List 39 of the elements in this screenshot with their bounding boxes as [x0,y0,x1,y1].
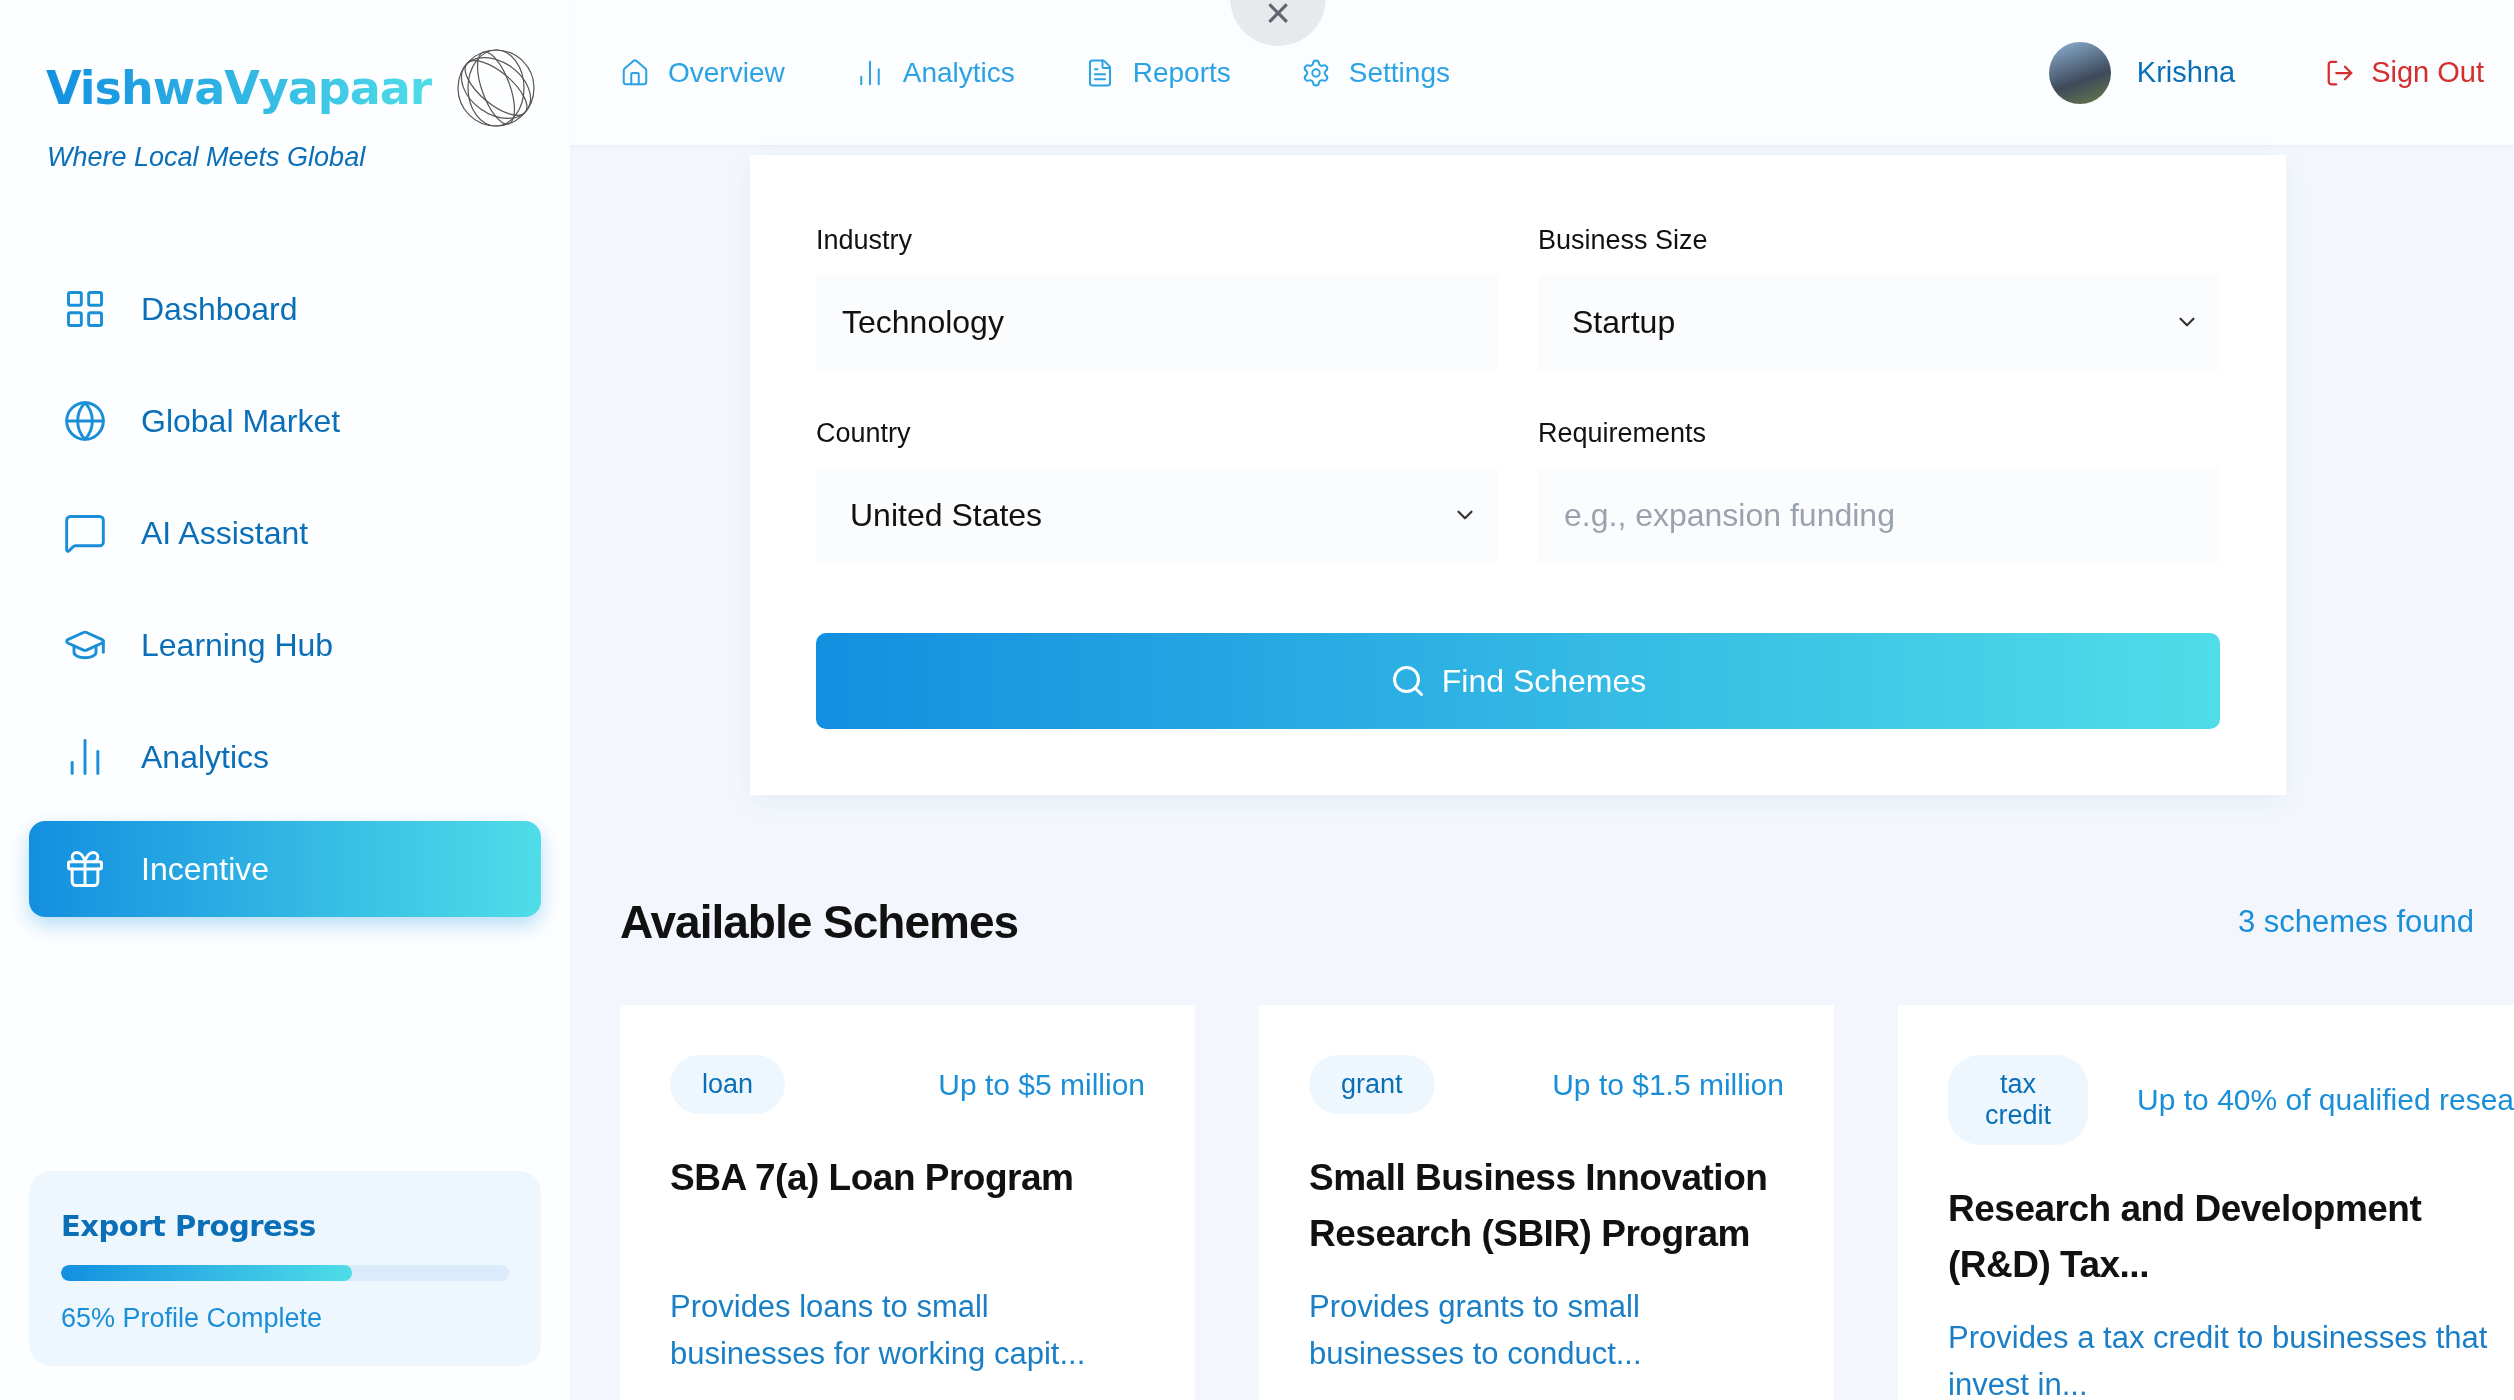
scheme-description: Provides grants to small businesses to conduct... [1309,1288,1643,1373]
scheme-amount: Up to $1.5 million [1552,1067,1784,1102]
scheme-type-tag: grant [1309,1055,1435,1114]
sidebar-item[interactable]: Dashboard [29,261,541,357]
user-name: Krishna [2136,56,2236,89]
top-nav-link[interactable]: Reports [1084,56,1231,89]
scheme-amount: Up to $5 million [938,1067,1145,1102]
scheme-type-tag: loan [670,1055,786,1114]
scheme-amount: Up to 40% of qualified resea [2137,1083,2514,1117]
select-field[interactable]: United States [816,467,1498,563]
scheme-type-tag: tax credit [1948,1055,2088,1145]
brand-tagline: Where Local Meets Global [46,141,367,173]
scheme-description: Provides a tax credit to businesses that invest in... [1948,1319,2489,1400]
scheme-description: Provides loans to small businesses for working capit... [670,1288,1087,1373]
field-label: Industry [816,225,914,256]
results-count: 3 schemes found [2237,904,2474,940]
sidebar-item[interactable]: Analytics [29,709,541,805]
input-field[interactable]: e.g., expansion funding [1538,467,2220,563]
field-label: Country [816,418,912,449]
top-nav-link[interactable]: Settings [1300,56,1450,89]
scheme-title: Research and Development (R&D) Tax... [1948,1187,2423,1287]
sidebar-item[interactable]: Global Market [29,373,541,469]
section-title: Available Schemes [620,895,1019,949]
sidebar-item[interactable]: AI Assistant [29,485,541,581]
select-field[interactable]: Startup [1538,274,2220,370]
sign-out-button[interactable]: Sign Out [2325,56,2484,89]
input-field[interactable]: Technology [816,274,1498,370]
sidebar-item[interactable]: Incentive [29,821,541,917]
home-icon [620,57,650,88]
field-label: Requirements [1538,418,1708,449]
top-nav-link[interactable]: Overview [620,56,785,89]
scheme-title: SBA 7(a) Loan Program [670,1156,1075,1200]
globe-icon [63,399,107,443]
top-nav-link[interactable]: Analytics [854,56,1015,89]
progress-caption: 65% Profile Complete [61,1303,324,1334]
sidebar-item[interactable]: Learning Hub [29,597,541,693]
field-label: Business Size [1538,225,1709,256]
progress-title: Export Progress [61,1209,317,1243]
scheme-title: Small Business Innovation Research (SBIR) Program [1309,1156,1769,1256]
